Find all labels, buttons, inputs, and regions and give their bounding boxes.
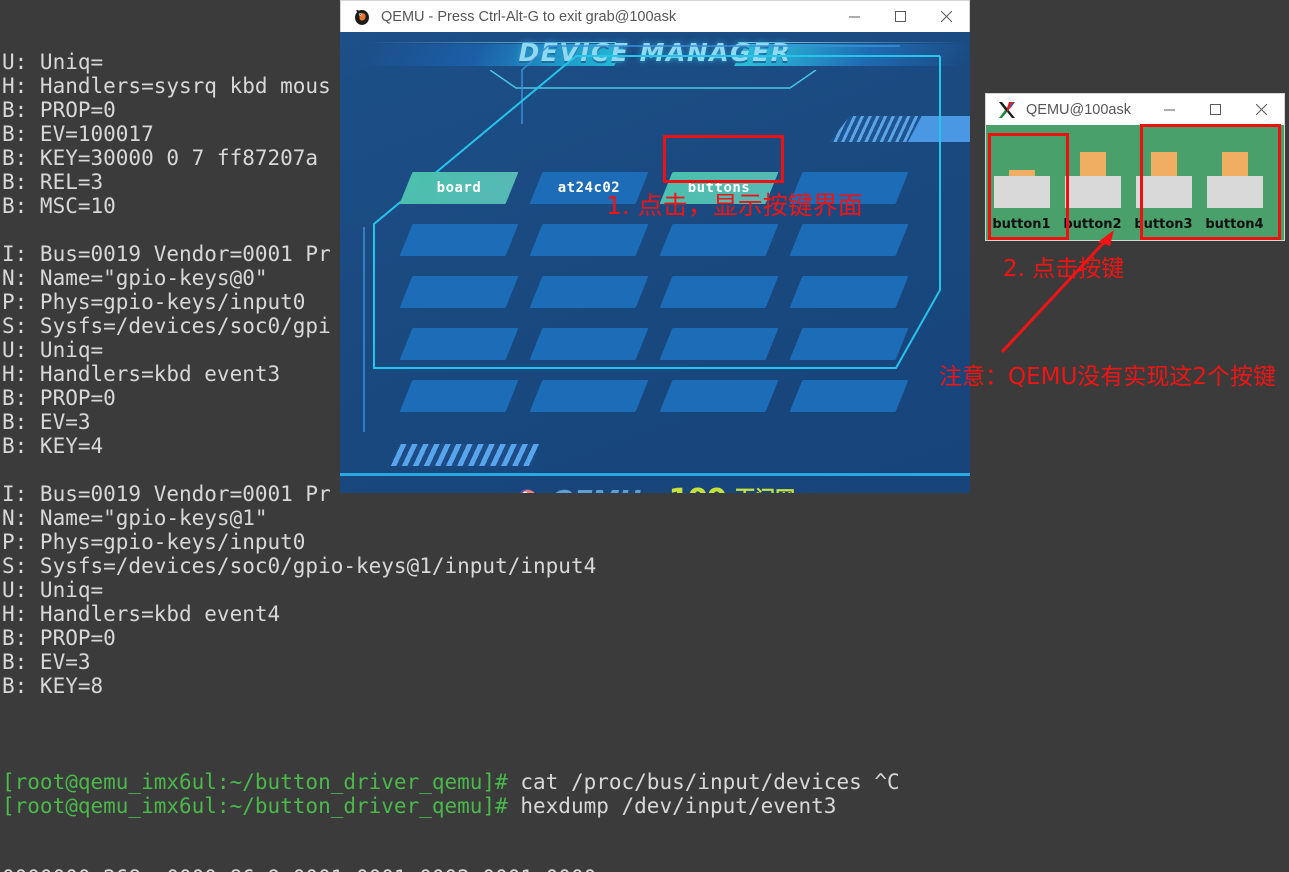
qemu-device-manager-window[interactable]: QEMU - Press Ctrl-Alt-G to exit grab@100… [340, 0, 970, 493]
terminal-line: S: Sysfs=/devices/soc0/gpio-keys@1/input… [2, 554, 597, 578]
device-tile[interactable] [788, 274, 918, 326]
ask-chinese-logo: 百问网 [735, 482, 795, 493]
terminal-line: N: Name="gpio-keys@1" [2, 506, 268, 530]
terminal-command: cat /proc/bus/input/devices ^C [507, 770, 900, 794]
qemu-main-title: QEMU - Press Ctrl-Alt-G to exit grab@100… [381, 8, 677, 25]
terminal-line: U: Uniq= [2, 578, 104, 602]
highlight-box-buttons-tile [663, 135, 784, 183]
device-tile[interactable] [658, 222, 788, 274]
hexdump-line: 0000000 268a 0000 86a9 0001 0001 0002 00… [2, 866, 1289, 872]
terminal-command-line: [root@qemu_imx6ul:~/button_driver_qemu]#… [2, 794, 1289, 818]
device-tile[interactable] [528, 274, 658, 326]
device-tile-shape [659, 380, 779, 412]
terminal-command-line: [root@qemu_imx6ul:~/button_driver_qemu]#… [2, 770, 1289, 794]
x-logo-icon [992, 101, 1022, 119]
terminal-line: B: PROP=0 [2, 626, 116, 650]
terminal-command: hexdump /dev/input/event3 [507, 794, 837, 818]
logo-separator: × [650, 492, 658, 493]
minimize-icon[interactable] [1146, 94, 1192, 125]
terminal-line: B: KEY=8 [2, 674, 104, 698]
device-tile-label: board [436, 180, 482, 196]
device-tile[interactable] [658, 326, 788, 378]
highlight-box-button3-button4 [1140, 124, 1281, 240]
screen-root: U: Uniq= H: Handlers=sysrq kbd mous B: PRO… [0, 0, 1289, 872]
highlight-box-button1 [988, 133, 1069, 240]
maximize-icon[interactable] [1192, 94, 1238, 125]
device-tile-shape [789, 328, 909, 360]
device-tile[interactable] [528, 378, 658, 430]
minimize-icon[interactable] [831, 1, 877, 32]
terminal-hexdump: 0000000 268a 0000 86a9 0001 0001 0002 00… [2, 866, 1289, 872]
device-tile[interactable] [788, 378, 918, 430]
qemu-bird-icon [519, 489, 535, 493]
annotation-step1: 1. 点击，显示按键界面 [606, 191, 863, 220]
device-tile-shape [399, 276, 519, 308]
device-tile-shape [399, 328, 519, 360]
close-icon[interactable] [923, 1, 969, 32]
device-tile-shape [659, 328, 779, 360]
maximize-icon[interactable] [877, 1, 923, 32]
qemu-buttons-titlebar[interactable]: QEMU@100ask [985, 93, 1285, 125]
decor-stripes-bottom-left [390, 444, 540, 466]
device-tile-shape [529, 224, 649, 256]
qemu-penguin-icon [347, 8, 377, 26]
footer-logos: QEMU × 100 百问网 www.100ask.net [340, 480, 970, 493]
device-tile-shape [789, 380, 909, 412]
ask-number-logo: 100 [669, 483, 728, 494]
device-tile[interactable] [528, 326, 658, 378]
device-tile[interactable] [658, 274, 788, 326]
terminal-line: B: EV=3 [2, 650, 91, 674]
annotation-arrow [1000, 230, 1114, 354]
device-tile-shape [659, 224, 779, 256]
device-tile[interactable] [528, 222, 658, 274]
qemu-logo-text: QEMU [551, 484, 642, 494]
terminal-prompt: [root@qemu_imx6ul:~/button_driver_qemu]# [2, 794, 508, 818]
device-manager-screen[interactable]: DEVICE MANAGER board at24c02 buttons [340, 32, 970, 493]
device-tile-shape [789, 276, 909, 308]
qemu-buttons-window-controls [1146, 94, 1284, 125]
terminal-line: P: Phys=gpio-keys/input0 [2, 530, 306, 554]
device-tile-shape [399, 380, 519, 412]
device-tile[interactable] [398, 274, 528, 326]
device-tile[interactable] [398, 326, 528, 378]
close-icon[interactable] [1238, 94, 1284, 125]
device-tile-shape [399, 224, 519, 256]
terminal-command-lines: [root@qemu_imx6ul:~/button_driver_qemu]#… [2, 770, 1289, 818]
device-tile-shape [529, 380, 649, 412]
device-tile-shape [789, 224, 909, 256]
terminal-line: H: Handlers=kbd event4 [2, 602, 281, 626]
device-tile[interactable]: board [398, 170, 528, 222]
qemu-buttons-title: QEMU@100ask [1026, 101, 1131, 118]
device-tile-shape [659, 276, 779, 308]
terminal-prompt: [root@qemu_imx6ul:~/button_driver_qemu]# [2, 770, 508, 794]
device-tile[interactable] [788, 222, 918, 274]
qemu-main-window-controls [831, 1, 969, 32]
annotation-note: 注意：QEMU没有实现这2个按键 [939, 364, 1276, 390]
device-tile-shape [529, 328, 649, 360]
qemu-main-titlebar[interactable]: QEMU - Press Ctrl-Alt-G to exit grab@100… [340, 0, 970, 32]
device-tile-shape [529, 276, 649, 308]
device-tile[interactable] [398, 378, 528, 430]
device-tile[interactable] [398, 222, 528, 274]
button-base [1064, 176, 1121, 208]
footer-divider [340, 473, 970, 476]
device-tile[interactable] [788, 326, 918, 378]
device-tile[interactable] [658, 378, 788, 430]
